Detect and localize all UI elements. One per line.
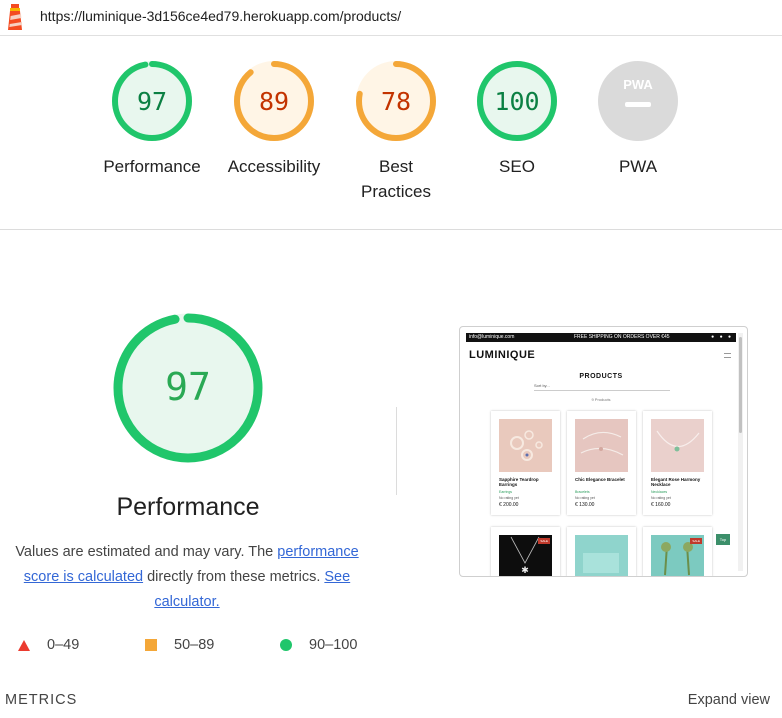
thumb-product-price: € 160.00 <box>651 502 671 508</box>
triangle-icon <box>18 639 30 651</box>
thumb-side-button: Top <box>716 534 730 545</box>
gauge-pwa[interactable]: PWA PWA <box>578 60 698 179</box>
legend-fail-range: 0–49 <box>47 637 80 653</box>
pwa-badge-icon: PWA <box>598 61 678 141</box>
legend-pass: 90–100 <box>280 637 357 653</box>
thumb-product-card: ✱ SALE <box>491 527 560 576</box>
gauge-seo-score: 100 <box>494 87 539 116</box>
thumb-product-rating: No rating yet <box>499 496 519 500</box>
thumb-product-rating: No rating yet <box>651 496 671 500</box>
thumb-product-name: Elegant Rose Harmony Necklace <box>651 477 701 487</box>
legend-pass-range: 90–100 <box>309 637 358 653</box>
url-bar: https://luminique-3d156ce4ed79.herokuapp… <box>0 0 782 36</box>
gauge-performance-label: Performance <box>103 157 201 176</box>
thumb-product-price: € 130.00 <box>575 502 595 508</box>
thumb-menu-icon <box>724 353 731 358</box>
thumb-product-card: SALE <box>643 527 712 576</box>
gauge-best-practices-score: 78 <box>381 87 411 116</box>
thumb-product-card: Sapphire Teardrop Earrings Earrings No r… <box>491 411 560 515</box>
desc-text-2: directly from these metrics. <box>143 569 325 585</box>
metrics-heading: METRICS <box>5 692 78 708</box>
thumb-shipping-banner: FREE SHIPPING ON ORDERS OVER €45 <box>574 334 670 340</box>
thumb-product-category: Bracelets <box>575 490 590 494</box>
performance-big-gauge: 97 <box>113 313 263 463</box>
thumb-product-card <box>567 527 636 576</box>
thumb-topbar: info@luminique.com FREE SHIPPING ON ORDE… <box>466 333 736 342</box>
thumb-brand: LUMINIQUE <box>469 349 536 361</box>
gauge-best-practices-label: Best Practices <box>336 154 456 204</box>
thumb-product-price: € 200.00 <box>499 502 519 508</box>
final-screenshot-thumbnail[interactable]: info@luminique.com FREE SHIPPING ON ORDE… <box>459 326 748 577</box>
pwa-badge-text: PWA <box>623 77 653 92</box>
thumb-product-rating: No rating yet <box>575 496 595 500</box>
thumb-product-category: Earrings <box>499 490 513 494</box>
gauge-performance-score: 97 <box>137 87 167 116</box>
gauge-pwa-label: PWA <box>618 157 658 176</box>
thumb-product-name: Sapphire Teardrop Earrings <box>499 477 539 487</box>
square-icon <box>145 639 157 651</box>
teal-box-image-icon <box>575 535 628 576</box>
gauge-accessibility-score: 89 <box>259 87 289 116</box>
gauge-accessibility-ring: 89 <box>234 61 314 141</box>
thumb-sale-badge: SALE <box>690 538 702 544</box>
gauge-best-practices-label-line2: Practices <box>361 182 431 201</box>
svg-text:✱: ✱ <box>521 565 529 575</box>
category-gauges: 97 Performance 89 Accessibility 78 Best … <box>0 36 782 230</box>
gauge-best-practices-label-line1: Best <box>378 157 414 176</box>
legend-average: 50–89 <box>145 637 214 653</box>
gauge-performance-ring: 97 <box>112 61 192 141</box>
thumb-product-category: Necklaces <box>651 490 668 494</box>
desc-text-1: Values are estimated and may vary. The <box>15 544 278 560</box>
legend-average-range: 50–89 <box>174 637 215 653</box>
score-legend: 0–49 50–89 90–100 <box>0 637 380 657</box>
thumb-sale-badge: SALE <box>538 538 550 544</box>
thumb-product-name: Chic Elegance Bracelet <box>575 477 625 482</box>
expand-view-button[interactable]: Expand view <box>688 692 770 708</box>
circle-icon <box>280 639 292 651</box>
thumb-sort-select: Sort by... <box>534 383 670 391</box>
bracelet-image-icon <box>575 419 628 472</box>
thumb-product-count: 9 Products <box>591 397 611 402</box>
necklace-image-icon <box>651 419 704 472</box>
thumb-scrollbar <box>738 333 743 571</box>
performance-big-score: 97 <box>165 365 211 409</box>
vertical-divider <box>396 407 397 495</box>
legend-fail: 0–49 <box>18 637 79 653</box>
thumb-email: info@luminique.com <box>469 334 515 340</box>
performance-title: Performance <box>116 493 260 521</box>
gauge-accessibility-label: Accessibility <box>227 157 321 176</box>
gauge-performance[interactable]: 97 Performance <box>92 60 212 179</box>
lighthouse-logo-icon <box>8 4 23 30</box>
thumb-product-card: Chic Elegance Bracelet Bracelets No rati… <box>567 411 636 515</box>
performance-description: Values are estimated and may vary. The p… <box>4 540 370 615</box>
gauge-seo-label: SEO <box>499 157 535 176</box>
page-url[interactable]: https://luminique-3d156ce4ed79.herokuapp… <box>40 8 401 24</box>
thumb-page-title: PRODUCTS <box>579 373 623 380</box>
thumb-product-card: Elegant Rose Harmony Necklace Necklaces … <box>643 411 712 515</box>
gauge-seo-ring: 100 <box>477 61 557 141</box>
gauge-accessibility[interactable]: 89 Accessibility <box>214 60 334 179</box>
gauge-best-practices[interactable]: 78 Best Practices <box>336 60 456 204</box>
thumb-scrollbar-thumb <box>739 337 742 433</box>
gauge-best-practices-ring: 78 <box>356 61 436 141</box>
gauge-seo[interactable]: 100 SEO <box>457 60 577 179</box>
earrings-image-icon <box>499 419 552 472</box>
thumb-social-icons: ● ● ● <box>711 334 733 340</box>
